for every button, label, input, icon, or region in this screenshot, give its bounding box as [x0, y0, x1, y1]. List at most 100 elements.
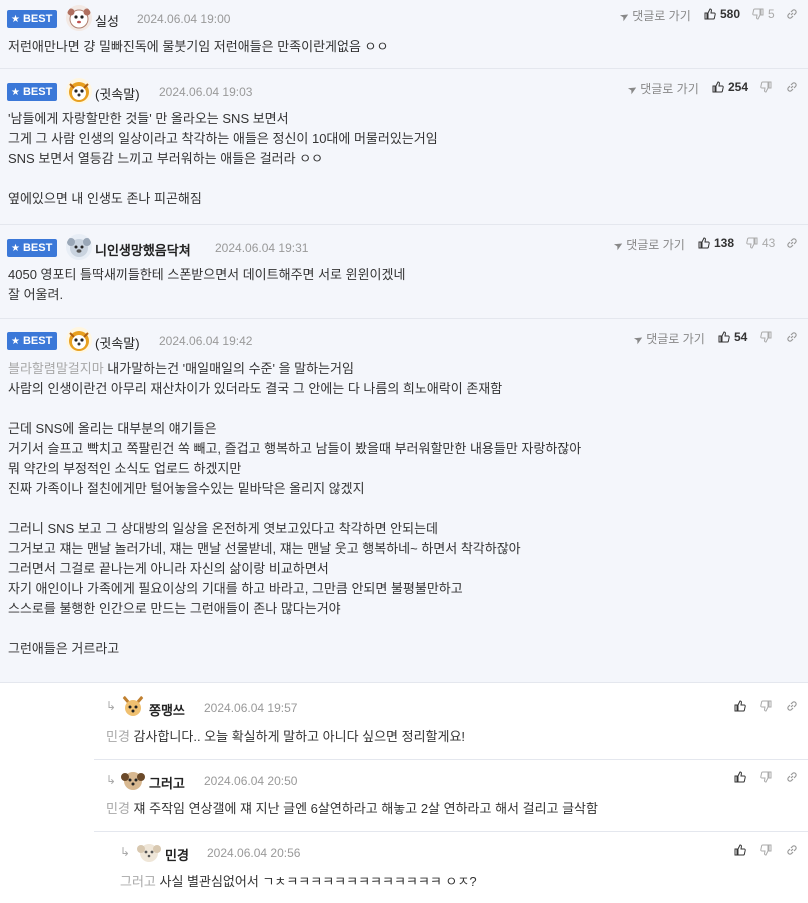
share-button[interactable] — [786, 236, 798, 250]
link-icon — [787, 701, 797, 711]
nickname[interactable]: (귓속말) — [95, 84, 140, 103]
timestamp: 2024.06.04 19:31 — [215, 241, 309, 255]
avatar[interactable] — [136, 839, 162, 865]
thumbs-down-icon — [752, 8, 764, 20]
comment-body: 그러고 사실 별관심없어서 ㄱㅊㅋㅋㅋㅋㅋㅋㅋㅋㅋㅋㅋㅋㅋ ㅇㅈ? — [120, 872, 788, 892]
share-button[interactable] — [786, 7, 798, 21]
comment-line: 진짜 가족이나 절친에게만 털어놓을수있는 밑바닥은 올리지 않겠지 — [8, 481, 365, 496]
mention-nickname[interactable]: 블라할렴말걸지마 — [8, 361, 104, 376]
like-button[interactable]: 254 — [712, 80, 748, 94]
share-button[interactable] — [786, 699, 798, 713]
thumbs-up-icon — [704, 8, 716, 20]
comment-line: '남들에게 자랑할만한 것들' 만 올라오는 SNS 보면서 — [8, 111, 289, 126]
dislike-button[interactable] — [760, 330, 772, 344]
thumbs-down-icon — [760, 771, 772, 783]
nickname[interactable]: (귓속말) — [95, 333, 140, 352]
comment-line: SNS 보면서 열등감 느끼고 부러워하는 애들은 걸러라 ㅇㅇ — [8, 151, 324, 166]
thumbs-down-icon — [760, 331, 772, 343]
comment-line: 근데 SNS에 올리는 대부분의 얘기들은 — [8, 421, 217, 436]
comment-line — [8, 169, 788, 189]
star-icon: ★ — [11, 14, 20, 25]
best-comment: ★ BEST (귓속말) 2024.06.04 19:03 ➤댓글로 가기 254… — [0, 69, 808, 225]
avatar[interactable] — [66, 327, 92, 353]
comment-line: 민경 쟤 주작임 연상갤에 쟤 지난 글엔 6살연하라고 해놓고 2살 연하라고… — [106, 801, 598, 816]
mention-nickname[interactable]: 그러고 — [120, 874, 156, 889]
dislike-button[interactable] — [760, 699, 772, 713]
share-button[interactable] — [786, 80, 798, 94]
comment-body: 4050 영포티 틀딱새끼들한테 스폰받으면서 데이트해주면 서로 윈윈이겠네 … — [8, 265, 788, 305]
share-button[interactable] — [786, 843, 798, 857]
like-button[interactable]: 580 — [704, 7, 740, 21]
timestamp: 2024.06.04 19:57 — [204, 701, 298, 715]
go-to-reply-link[interactable]: ➤댓글로 가기 — [612, 236, 685, 253]
dislike-button[interactable] — [760, 770, 772, 784]
mention-nickname[interactable]: 민경 — [106, 801, 130, 816]
dislike-button[interactable] — [760, 843, 772, 857]
nickname[interactable]: 니인생망했음닥쳐 — [95, 240, 191, 259]
best-badge: ★ BEST — [7, 83, 57, 101]
best-comment: ★ BEST 니인생망했음닥쳐 2024.06.04 19:31 ➤댓글로 가기 … — [0, 225, 808, 319]
dislike-button[interactable] — [760, 80, 772, 94]
comment-line — [8, 619, 788, 639]
thumbs-down-icon — [760, 844, 772, 856]
thumbs-up-icon — [712, 81, 724, 93]
comment-line: 자기 애인이나 가족에게 필요이상의 기대를 하고 바라고, 그만큼 안되면 불… — [8, 581, 463, 596]
best-badge: ★ BEST — [7, 332, 57, 350]
thumbs-up-icon — [734, 700, 746, 712]
comment-line: 뭐 약간의 부정적인 소식도 업로드 하겠지만 — [8, 461, 242, 476]
nickname[interactable]: 민경 — [165, 845, 189, 864]
best-badge: ★ BEST — [7, 239, 57, 257]
dislike-button[interactable]: 5 — [752, 7, 775, 21]
like-button[interactable]: 138 — [698, 236, 734, 250]
comment-line: 사람의 인생이란건 아무리 재산차이가 있더라도 결국 그 안에는 다 나름의 … — [8, 381, 503, 396]
like-button[interactable] — [734, 699, 746, 713]
comment-line: 저런애만나면 걍 밀빠진독에 물붓기임 저런애들은 만족이란게없음 ㅇㅇ — [8, 39, 389, 54]
timestamp: 2024.06.04 19:03 — [159, 85, 253, 99]
thumbs-down-icon — [746, 237, 758, 249]
thumbs-down-icon — [760, 81, 772, 93]
link-icon — [787, 332, 797, 342]
mention-nickname[interactable]: 민경 — [106, 729, 130, 744]
link-icon — [787, 772, 797, 782]
avatar[interactable] — [66, 234, 92, 260]
avatar[interactable] — [120, 693, 146, 719]
comment-line: 그러면서 그걸로 끝나는게 아니라 자신의 삶이랑 비교하면서 — [8, 561, 329, 576]
like-button[interactable]: 54 — [718, 330, 747, 344]
comment-line: 그러니 SNS 보고 그 상대방의 일상을 온전하게 엿보고있다고 착각하면 안… — [8, 521, 438, 536]
avatar[interactable] — [66, 78, 92, 104]
best-badge: ★ BEST — [7, 10, 57, 28]
comment-line: 민경 감사합니다.. 오늘 확실하게 말하고 아니다 싶으면 정리할게요! — [106, 729, 466, 744]
comment-line: 옆에있으면 내 인생도 존나 피곤해짐 — [8, 191, 202, 206]
dislike-button[interactable]: 43 — [746, 236, 775, 250]
like-button[interactable] — [734, 843, 746, 857]
nickname[interactable]: 실성 — [95, 11, 119, 30]
go-to-reply-link[interactable]: ➤댓글로 가기 — [632, 330, 705, 347]
reply-comment: ↳ 민경 2024.06.04 20:56 그러고 사실 별관심없어서 ㄱㅊㅋㅋ… — [108, 832, 808, 903]
send-icon: ➤ — [617, 9, 632, 25]
go-to-reply-link[interactable]: ➤댓글로 가기 — [626, 80, 699, 97]
avatar[interactable] — [120, 767, 146, 793]
comment-body: 저런애만나면 걍 밀빠진독에 물붓기임 저런애들은 만족이란게없음 ㅇㅇ — [8, 37, 788, 57]
like-button[interactable] — [734, 770, 746, 784]
go-to-reply-link[interactable]: ➤댓글로 가기 — [617, 7, 691, 25]
link-icon — [787, 9, 797, 19]
comment-line — [8, 399, 788, 419]
nickname[interactable]: 쫑맹쓰 — [149, 700, 185, 719]
timestamp: 2024.06.04 20:50 — [204, 774, 298, 788]
comment-body: 블라할렴말걸지마 내가말하는건 '매일매일의 수준' 을 말하는거임 사람의 인… — [8, 359, 788, 659]
share-button[interactable] — [786, 770, 798, 784]
comment-body: '남들에게 자랑할만한 것들' 만 올라오는 SNS 보면서 그게 그 사람 인… — [8, 109, 788, 209]
reply-comment: ↳ 쫑맹쓰 2024.06.04 19:57 민경 감사합니다.. 오늘 확실하… — [94, 683, 808, 760]
link-icon — [787, 845, 797, 855]
thumbs-up-icon — [734, 771, 746, 783]
comment-body: 민경 쟤 주작임 연상갤에 쟤 지난 글엔 6살연하라고 해놓고 2살 연하라고… — [106, 799, 788, 819]
thumbs-up-icon — [734, 844, 746, 856]
share-button[interactable] — [786, 330, 798, 344]
comment-line: 그런애들은 거르라고 — [8, 641, 120, 656]
timestamp: 2024.06.04 19:42 — [159, 334, 253, 348]
timestamp: 2024.06.04 20:56 — [207, 846, 301, 860]
avatar[interactable] — [66, 5, 92, 31]
comment-line: 잘 어울려. — [8, 287, 64, 302]
link-icon — [787, 238, 797, 248]
nickname[interactable]: 그러고 — [149, 773, 185, 792]
